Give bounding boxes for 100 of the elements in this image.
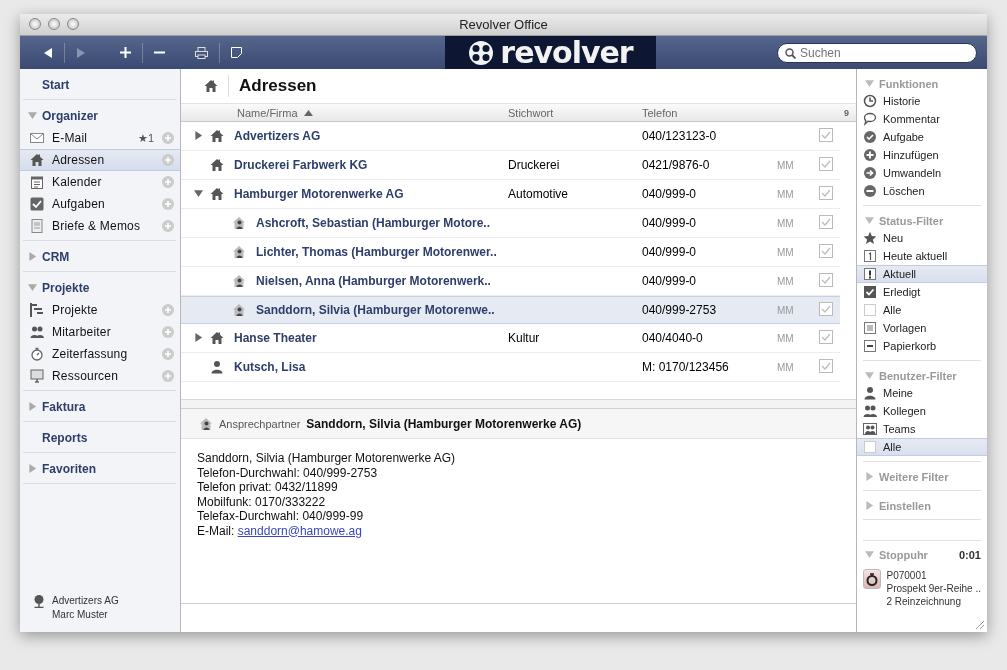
checkbox-icon (30, 197, 44, 211)
address-row[interactable]: Lichter, Thomas (Hamburger Motorenwer.. 040/999-0 MM (181, 238, 840, 267)
speech-bubble-icon (863, 112, 877, 126)
sidebar-group-title[interactable]: Faktura (42, 400, 86, 414)
detail-line: Telefon-Durchwahl: 040/999-2753 (197, 465, 379, 480)
address-row[interactable]: Hamburger Motorenwerke AG Automotive 040/999-0 MM (181, 180, 840, 209)
add-icon[interactable] (162, 370, 174, 382)
keyword-cell: Druckerei (508, 158, 560, 172)
sidebar-link[interactable]: Reports (23, 427, 176, 449)
panel-item[interactable]: Alle (857, 438, 987, 456)
zoom-button[interactable] (67, 18, 79, 30)
column-header[interactable]: Stichwort (508, 106, 554, 119)
page-title: Adressen (239, 76, 317, 96)
sidebar-group-title[interactable]: Organizer (42, 109, 98, 123)
add-icon[interactable] (162, 348, 174, 360)
panel-item[interactable]: Erledigt (857, 283, 987, 301)
check-circle-icon (863, 130, 877, 144)
add-icon[interactable] (162, 132, 174, 144)
sidebar-item[interactable]: Kalender (20, 171, 180, 193)
sidebar-item[interactable]: Ressourcen (20, 365, 180, 387)
phone-cell: 040/999-2753 (642, 303, 717, 317)
detail-name: Sanddorn, Silvia (Hamburger Motorenwerke AG) (306, 416, 582, 431)
sidebar-item[interactable]: E-Mail ★1 (20, 127, 180, 149)
collapsed-triangle-icon[interactable] (193, 333, 203, 342)
add-icon[interactable] (162, 220, 174, 232)
panel-item[interactable]: Kommentar (857, 110, 987, 128)
checkbox[interactable] (819, 272, 833, 287)
number-box-icon (863, 249, 877, 263)
panel-item[interactable]: Kollegen (857, 402, 987, 420)
panel-item[interactable]: Alle (857, 301, 987, 319)
add-icon[interactable] (162, 198, 174, 210)
checkbox[interactable] (819, 358, 833, 373)
sidebar-link[interactable]: Start (23, 74, 176, 96)
stopwatch-line: P070001 (886, 569, 928, 582)
arrow-circle-icon (863, 166, 877, 180)
people-icon (30, 325, 44, 339)
address-row[interactable]: Ashcroft, Sebastian (Hamburger Motore.. 040/999-0 MM (181, 209, 840, 238)
contact-name: Nielsen, Anna (Hamburger Motorenwerk.. (256, 274, 491, 288)
add-icon[interactable] (162, 326, 174, 338)
close-button[interactable] (29, 18, 41, 30)
panel-item[interactable]: Historie (857, 92, 987, 110)
clock-icon (863, 94, 877, 108)
checkbox[interactable] (819, 156, 833, 171)
plus-circle-icon (863, 148, 877, 162)
address-row[interactable]: Hanse Theater Kultur 040/4040-0 MM (181, 324, 840, 353)
search-field[interactable]: Suchen (777, 42, 977, 63)
sidebar-item[interactable]: Mitarbeiter (20, 321, 180, 343)
panel-item[interactable]: Aktuell (857, 265, 987, 283)
checkbox[interactable] (819, 301, 833, 316)
panel-item[interactable]: Umwandeln (857, 164, 987, 182)
contact-house-icon (199, 416, 213, 431)
panel-item[interactable]: Meine (857, 384, 987, 402)
sidebar-group-title[interactable]: CRM (42, 250, 70, 264)
expanded-triangle-icon[interactable] (193, 189, 203, 198)
panel-item[interactable]: Vorlagen (857, 319, 987, 337)
sidebar-item[interactable]: Adressen (20, 149, 180, 171)
splitter-bar[interactable] (181, 400, 856, 409)
panel-item[interactable]: Löschen (857, 182, 987, 200)
keyword-cell: Kultur (508, 331, 540, 345)
contact-name: Sanddorn, Silvia (Hamburger Motorenwe.. (256, 303, 495, 317)
minus-circle-icon (863, 184, 877, 198)
panel-item[interactable]: Hinzufügen (857, 146, 987, 164)
resize-grip-icon[interactable] (974, 619, 985, 630)
contact-name: Hanse Theater (234, 331, 317, 345)
house-icon (204, 79, 218, 93)
sidebar-item[interactable]: Briefe & Memos (20, 215, 180, 237)
sidebar-item[interactable]: Projekte (20, 299, 180, 321)
sidebar-item[interactable]: Zeiterfassung (20, 343, 180, 365)
sidebar-item[interactable]: Aufgaben (20, 193, 180, 215)
sidebar-group-title[interactable]: Projekte (42, 281, 90, 295)
minimize-button[interactable] (48, 18, 60, 30)
initials-cell: MM (777, 305, 794, 316)
address-row[interactable]: Sanddorn, Silvia (Hamburger Motorenwe.. 040/999-2753 MM (181, 296, 840, 324)
checkbox[interactable] (819, 214, 833, 229)
initials-cell: MM (777, 160, 794, 171)
checkbox[interactable] (819, 185, 833, 200)
minus-box-icon (863, 339, 877, 353)
add-icon[interactable] (162, 154, 174, 166)
panel-item[interactable]: Aufgabe (857, 128, 987, 146)
sidebar-group-title[interactable]: Favoriten (42, 462, 96, 476)
address-row[interactable]: Advertizers AG 040/123123-0 (181, 122, 840, 151)
email-link[interactable]: sanddorn@hamowe.ag (237, 523, 362, 538)
panel-item[interactable]: Heute aktuell (857, 247, 987, 265)
column-header[interactable]: Name/Firma (237, 106, 298, 119)
checkbox[interactable] (819, 127, 833, 142)
column-header[interactable]: Telefon (642, 106, 678, 119)
address-row[interactable]: Kutsch, Lisa M: 0170/123456 MM (181, 353, 840, 382)
checkbox[interactable] (819, 329, 833, 344)
address-row[interactable]: Druckerei Farbwerk KG Druckerei 0421/9876-0 MM (181, 151, 840, 180)
stopwatch-button[interactable] (863, 569, 881, 589)
add-icon[interactable] (162, 176, 174, 188)
collapsed-triangle-icon[interactable] (193, 131, 203, 140)
contact-house-icon (232, 216, 246, 230)
add-icon[interactable] (162, 304, 174, 316)
house-icon (210, 187, 224, 201)
panel-item[interactable]: Neu (857, 229, 987, 247)
panel-item[interactable]: Papierkorb (857, 337, 987, 355)
house-icon (210, 129, 224, 143)
checkbox[interactable] (819, 243, 833, 258)
panel-item[interactable]: Teams (857, 420, 987, 438)
